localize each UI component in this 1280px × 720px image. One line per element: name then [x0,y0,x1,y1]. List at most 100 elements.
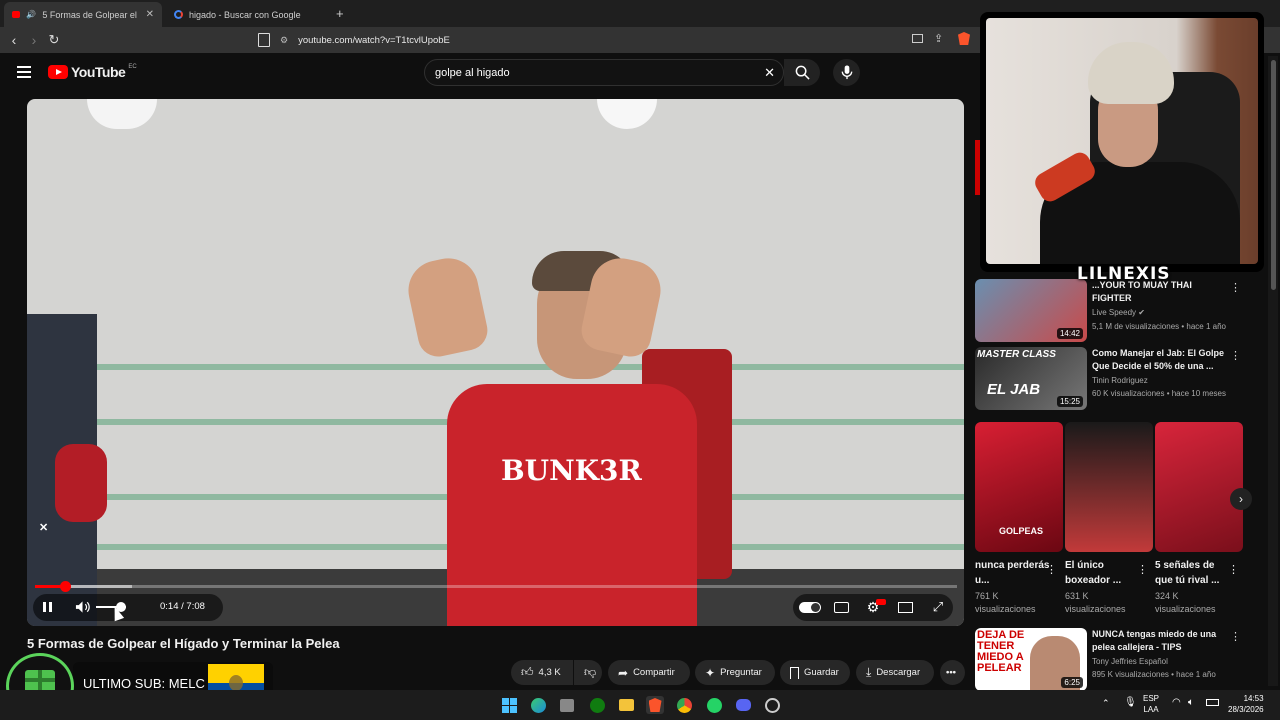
store-icon[interactable] [558,696,576,714]
like-button[interactable]: 👍︎ 4,3 K [511,660,573,685]
share-button[interactable]: ➦ Compartir [608,660,690,685]
short-thumbnail[interactable] [1155,422,1243,552]
youtube-logo-text: YouTube [71,64,126,80]
url-bar[interactable]: ⚙ youtube.com/watch?v=T1tcvlUpobE [280,31,980,50]
more-options-icon[interactable]: ⋮ [1228,563,1239,576]
volume-button[interactable] [74,599,90,615]
subtitles-icon[interactable] [834,602,849,613]
shorts-next-button[interactable]: › [1230,488,1252,510]
fullscreen-icon[interactable]: ⤢ [930,599,946,615]
menu-icon[interactable] [17,66,31,78]
save-label: Guardar [804,667,839,678]
tray-overflow-icon[interactable]: ⌃ [1102,698,1110,709]
tab-youtube[interactable]: 🔊 5 Formas de Golpear el Hígado ✕ [4,2,162,27]
short-info[interactable]: nunca perderás u... 761 K visualizacione… [975,558,1051,616]
speaker-tray-icon[interactable]: 🔈︎ [1188,697,1194,708]
more-options-icon[interactable]: ⋮ [1137,563,1148,576]
video-meta: 5,1 M de visualizaciones • hace 1 año [1092,322,1226,331]
recommendation-item[interactable]: 14:42 ...YOUR TO MUAY THAI FIGHTER Live … [975,279,1245,343]
brave-browser-icon[interactable] [646,696,664,714]
youtube-favicon-icon [12,11,21,18]
more-options-icon[interactable]: ⋮ [1230,349,1241,362]
microphone-icon [841,65,852,80]
pause-button[interactable] [40,600,54,614]
reload-icon[interactable]: ↻ [44,30,64,50]
bookmark-icon[interactable] [258,33,270,47]
presenter-shirt [447,384,697,626]
share-icon[interactable]: ⇪ [934,32,943,45]
xbox-icon[interactable] [588,696,606,714]
short-views: 631 K visualizaciones [1065,591,1126,614]
search-input[interactable]: golpe al higado ✕ [424,59,784,86]
discord-icon[interactable] [734,696,752,714]
volume-icon [75,601,90,613]
download-button[interactable]: ⤓ Descargar [856,660,934,685]
verified-icon: ✔ [1138,308,1145,317]
time-display: 0:14 / 7:08 [160,601,205,612]
pause-icon [42,602,52,612]
more-options-icon[interactable]: ⋮ [1230,281,1241,294]
hd-badge [876,599,886,605]
sparkle-icon: ✦ [705,665,716,680]
ask-button[interactable]: ✦ Preguntar [695,660,775,685]
miniplayer-icon[interactable] [898,602,913,613]
short-thumbnail[interactable] [1065,422,1153,552]
cast-icon[interactable] [912,34,923,43]
edge-icon[interactable] [529,696,547,714]
windows-start-icon[interactable] [500,696,518,714]
google-favicon-icon [174,10,183,19]
like-count: 4,3 K [538,667,561,678]
brave-shield-icon[interactable] [958,32,970,45]
youtube-play-icon [48,65,68,79]
clear-search-icon[interactable]: ✕ [764,65,775,81]
video-player[interactable]: BUNK3R ✕ [27,99,964,626]
more-options-icon[interactable]: ⋮ [1046,563,1057,576]
back-icon[interactable]: ‹ [4,30,24,50]
microphone-tray-icon[interactable]: 🎙︎ [1124,697,1137,708]
video-title: 5 Formas de Golpear el Hígado y Terminar… [27,636,340,651]
streamer-name: LILNEXIS [1077,264,1171,284]
ceiling-light [597,99,657,129]
obs-icon[interactable] [763,696,781,714]
scrollbar-thumb[interactable] [1271,60,1276,290]
thumbs-up-icon: 👍︎ [521,665,534,679]
file-explorer-icon[interactable] [617,696,635,714]
video-meta: 895 K visualizaciones • hace 1 año [1092,670,1216,679]
short-title: 5 señales de que tú rival ... [1155,560,1220,586]
save-button[interactable]: Guardar [780,660,850,685]
search-icon [795,65,810,80]
close-tab-icon[interactable]: ✕ [146,9,154,20]
dislike-button[interactable]: 👎︎ [574,660,602,685]
recommendation-item[interactable]: MASTER CLASS EL JAB 15:25 Como Manejar e… [975,347,1245,411]
voice-search-button[interactable] [833,59,860,86]
tab-label: higado - Buscar con Google [189,9,301,20]
wifi-icon[interactable]: ◠ [1172,697,1181,708]
more-actions-button[interactable]: ••• [940,660,965,685]
recommendation-item[interactable]: DEJA DE TENER MIEDO A PELEAR 6:25 NUNCA … [975,628,1245,692]
download-icon: ⤓ [866,665,872,679]
url-text: youtube.com/watch?v=T1tcvlUpobE [298,35,450,46]
short-title: nunca perderás u... [975,560,1050,586]
short-info[interactable]: 5 señales de que tú rival ... 324 K visu… [1155,558,1231,616]
short-views: 761 K visualizaciones [975,591,1036,614]
short-info[interactable]: El único boxeador ... 631 K visualizacio… [1065,558,1141,616]
speaker-icon: 🔊 [26,10,37,19]
progress-bar[interactable] [35,581,957,592]
search-button[interactable] [784,59,820,86]
battery-icon[interactable] [1206,699,1219,706]
thumbnail-text: GOLPEAS [999,526,1044,536]
share-arrow-icon: ➦ [618,665,629,680]
youtube-logo[interactable]: YouTube EC [48,64,137,80]
language-indicator[interactable]: ESP LAA [1143,693,1159,715]
tab-google[interactable]: higado - Buscar con Google [166,2,326,27]
whatsapp-icon[interactable] [705,696,723,714]
video-title: NUNCA tengas miedo de una pelea callejer… [1092,629,1217,652]
chrome-icon[interactable] [675,696,693,714]
system-clock[interactable]: 14:53 28/3/2026 [1228,693,1264,715]
autoplay-toggle[interactable] [799,602,821,613]
short-thumbnail[interactable]: GOLPEAS [975,422,1063,552]
site-info-icon[interactable]: ⚙ [280,35,288,46]
forward-icon[interactable]: › [24,30,44,50]
new-tab-button[interactable]: + [336,6,344,21]
more-options-icon[interactable]: ⋮ [1230,630,1241,643]
